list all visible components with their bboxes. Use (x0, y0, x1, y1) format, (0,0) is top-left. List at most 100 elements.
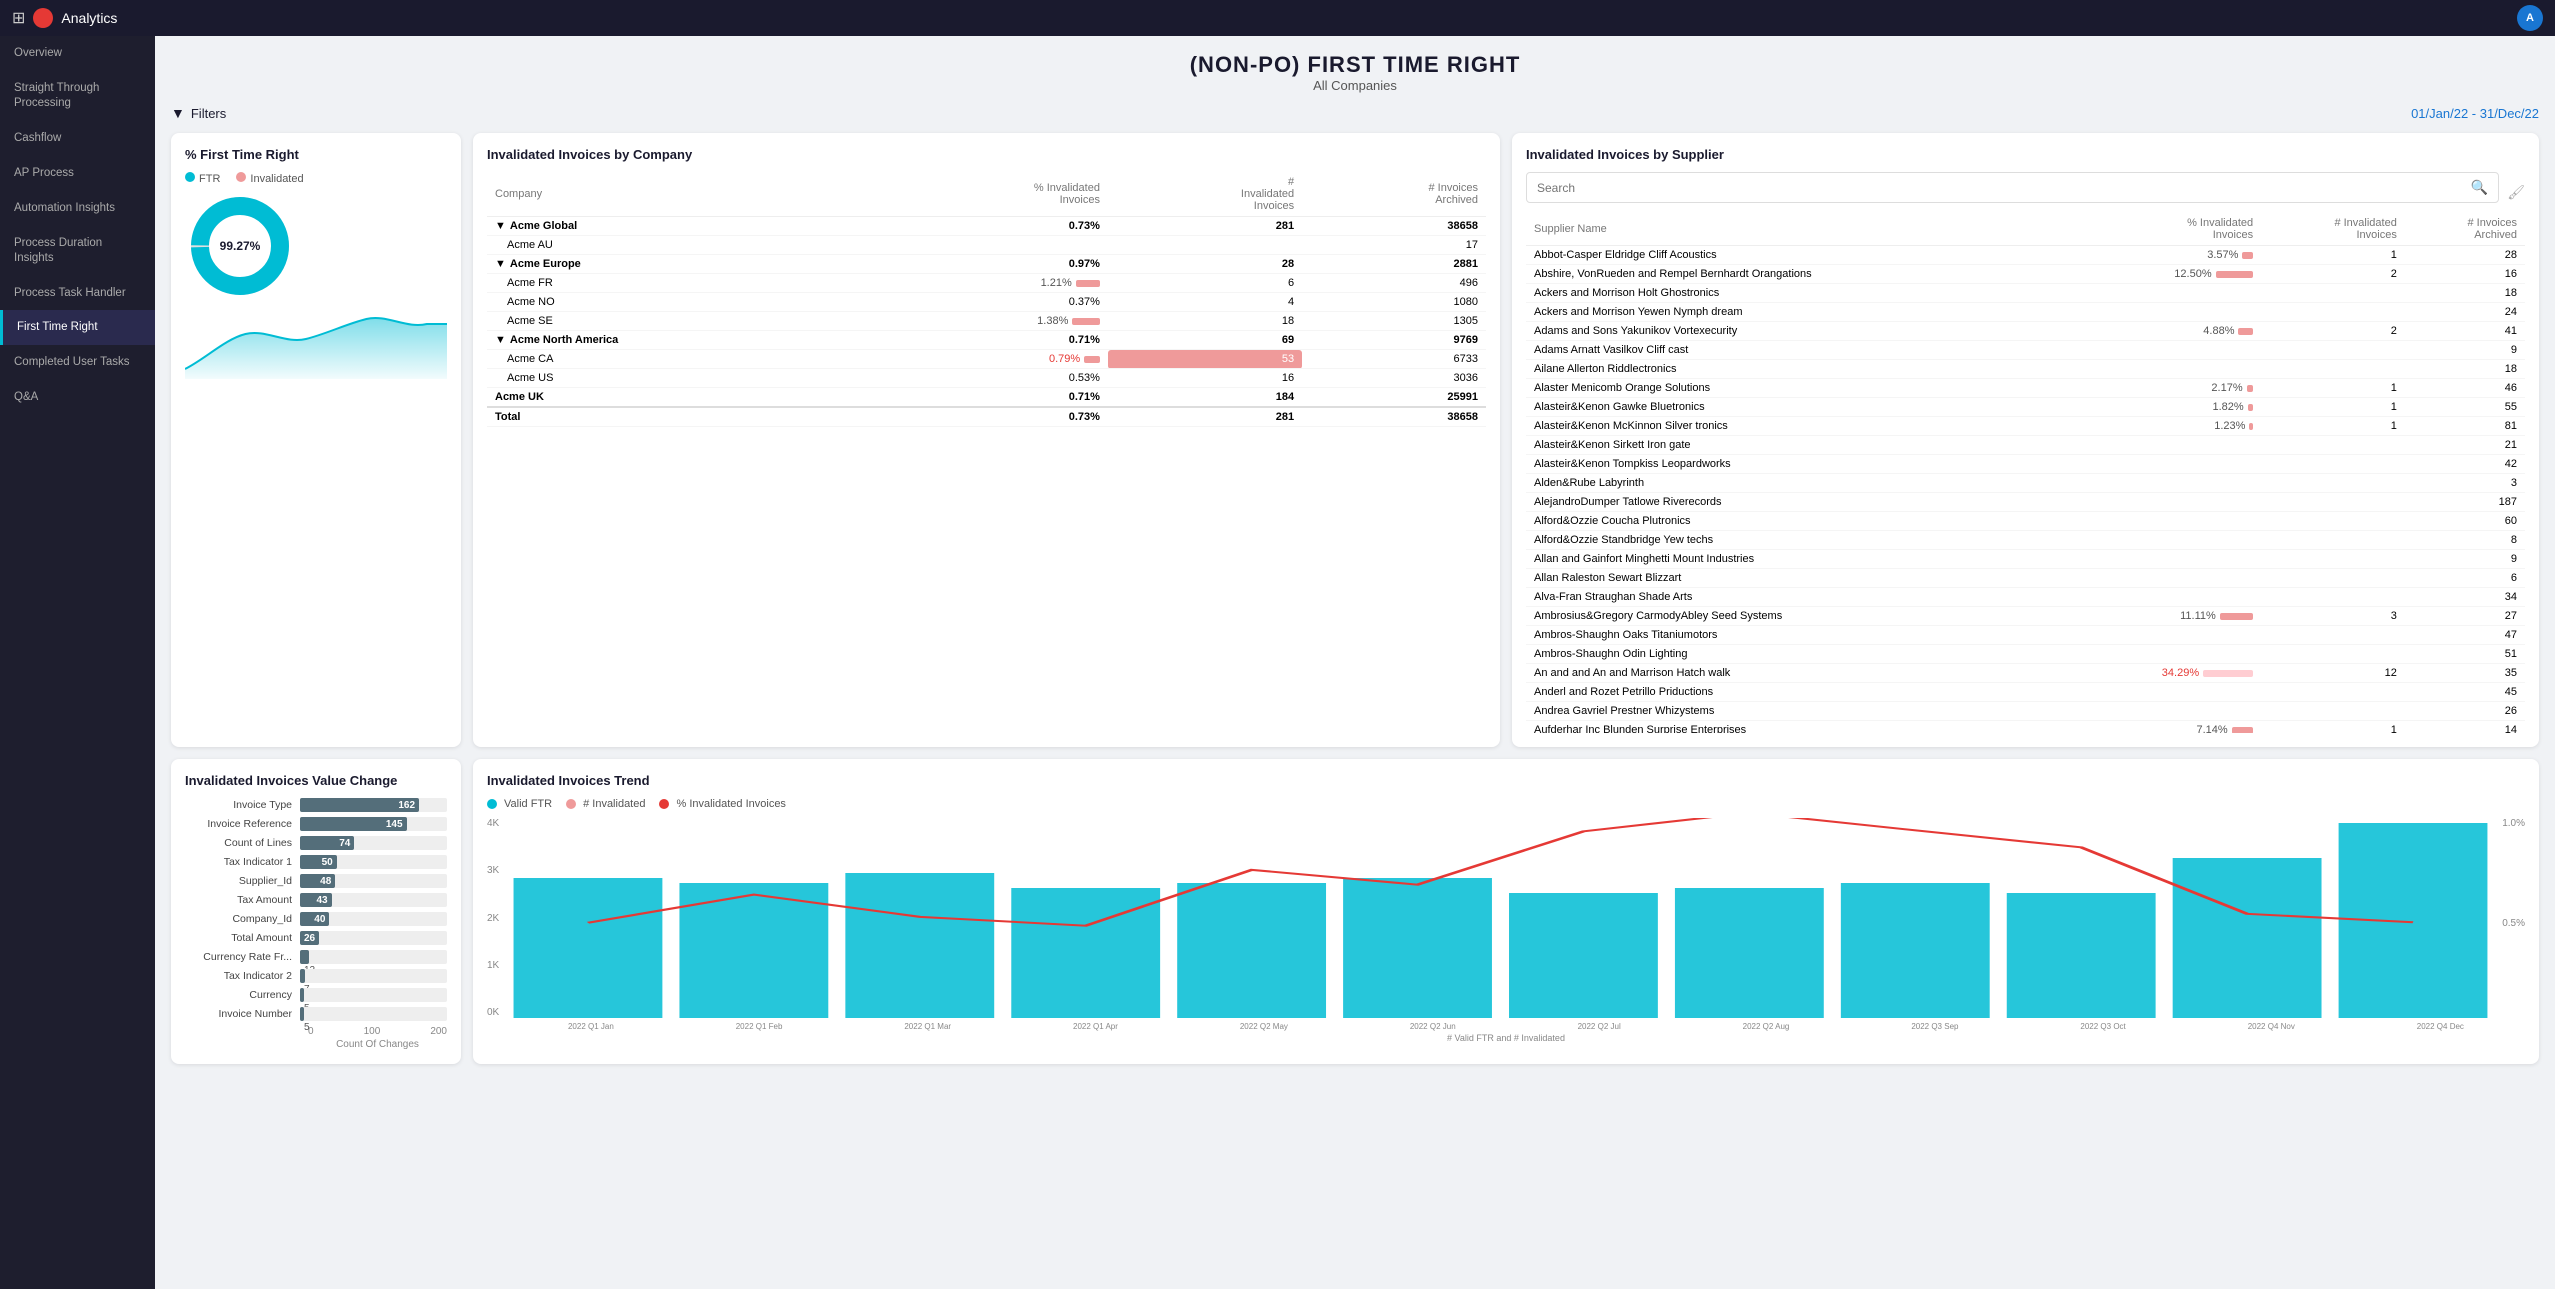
table-row: Alva-Fran Straughan Shade Arts34 (1526, 588, 2525, 607)
sidebar: OverviewStraight Through ProcessingCashf… (0, 36, 155, 1289)
sidebar-item[interactable]: Q&A (0, 380, 155, 415)
x-axis-labels: 2022 Q1 Jan2022 Q1 Feb2022 Q1 Mar2022 Q1… (487, 1022, 2525, 1031)
hbar-chart: Invoice Type162Invoice Reference145Count… (185, 798, 447, 1021)
sidebar-item[interactable]: Overview (0, 36, 155, 71)
sup-col-arch: # InvoicesArchived (2405, 213, 2525, 246)
trend-chart (505, 818, 2496, 1018)
filters-label: Filters (191, 106, 226, 121)
value-change-card: Invalidated Invoices Value Change Invoic… (171, 759, 461, 1064)
col-archived: # InvoicesArchived (1302, 172, 1486, 217)
table-row: AlejandroDumper Tatlowe Riverecords187 (1526, 493, 2525, 512)
hbar-row: Currency5 (185, 988, 447, 1002)
table-row: Alford&Ozzie Standbridge Yew techs8 (1526, 531, 2525, 550)
table-row: ▼Acme Europe0.97%282881 (487, 255, 1486, 274)
legend-ftr-bar: Valid FTR (487, 798, 552, 810)
hbar-row: Tax Indicator 27 (185, 969, 447, 983)
col-pct-inv: % InvalidatedInvoices (878, 172, 1108, 217)
logo-dot (33, 8, 53, 28)
table-row: Ambros-Shaughn Odin Lighting51 (1526, 645, 2525, 664)
supplier-table-wrap: Supplier Name % InvalidatedInvoices # In… (1526, 213, 2525, 733)
y-axis-left: 4K3K2K1K0K (487, 818, 505, 1018)
supplier-search-box[interactable]: 🔍 (1526, 172, 2499, 203)
table-row: Total0.73%28138658 (487, 407, 1486, 427)
topbar: ⊞ Analytics A (0, 0, 2555, 36)
hbar-row: Company_Id40 (185, 912, 447, 926)
table-row: Acme US0.53%163036 (487, 369, 1486, 388)
hbar-row: Currency Rate Fr...12 (185, 950, 447, 964)
table-row: Ackers and Morrison Holt Ghostronics18 (1526, 284, 2525, 303)
table-row: Alasteir&Kenon Tompkiss Leopardworks42 (1526, 455, 2525, 474)
ftr-area-chart (185, 309, 447, 379)
company-table-title: Invalidated Invoices by Company (487, 147, 1486, 162)
table-row: Acme AU17 (487, 236, 1486, 255)
sidebar-item[interactable]: AP Process (0, 156, 155, 191)
ftr-card: % First Time Right FTR Invalidated 99.27… (171, 133, 461, 747)
supplier-card-title: Invalidated Invoices by Supplier (1526, 147, 2525, 162)
col-company: Company (487, 172, 878, 217)
table-row: Abbot-Casper Eldridge Cliff Acoustics3.5… (1526, 246, 2525, 265)
table-row: Alasteir&Kenon Gawke Bluetronics1.82%155 (1526, 398, 2525, 417)
table-row: Alford&Ozzie Coucha Plutronics60 (1526, 512, 2525, 531)
table-row: Andrea Gavriel Prestner Whizystems26 (1526, 702, 2525, 721)
funnel-icon: ▼ (171, 105, 185, 121)
hbar-row: Supplier_Id48 (185, 874, 447, 888)
sidebar-item[interactable]: Straight Through Processing (0, 71, 155, 121)
hbar-row: Count of Lines74 (185, 836, 447, 850)
sup-col-inv: # InvalidatedInvoices (2261, 213, 2405, 246)
table-row: Acme NO0.37%41080 (487, 293, 1486, 312)
table-row: Acme UK0.71%18425991 (487, 388, 1486, 408)
table-row: Ackers and Morrison Yewen Nymph dream24 (1526, 303, 2525, 322)
sidebar-item[interactable]: Cashflow (0, 121, 155, 156)
table-row: Acme CA0.79%536733 (487, 350, 1486, 369)
ftr-card-title: % First Time Right (185, 147, 447, 162)
legend-inv-bar: # Invalidated (566, 798, 645, 810)
sidebar-item[interactable]: Process Task Handler (0, 276, 155, 311)
ftr-legend: FTR Invalidated (185, 172, 447, 185)
sidebar-item[interactable]: Completed User Tasks (0, 345, 155, 380)
col-num-inv: #InvalidatedInvoices (1108, 172, 1302, 217)
main-content: (NON-PO) FIRST TIME RIGHT All Companies … (155, 36, 2555, 1289)
trend-legend: Valid FTR # Invalidated % Invalidated In… (487, 798, 2525, 810)
paint-icon[interactable]: 🖌 (2507, 184, 2525, 201)
trend-card-title: Invalidated Invoices Trend (487, 773, 2525, 788)
hbar-row: Tax Amount43 (185, 893, 447, 907)
table-row: An and and An and Marrison Hatch walk34.… (1526, 664, 2525, 683)
table-row: Alaster Menicomb Orange Solutions2.17%14… (1526, 379, 2525, 398)
table-row: Ailane Allerton Riddlectronics18 (1526, 360, 2525, 379)
filters-button[interactable]: ▼ Filters (171, 105, 226, 121)
legend-pct-line: % Invalidated Invoices (659, 798, 785, 810)
app-title: Analytics (61, 10, 117, 26)
grid-icon: ⊞ (12, 8, 25, 28)
bottom-row: Invalidated Invoices Value Change Invoic… (171, 759, 2539, 1064)
value-change-title: Invalidated Invoices Value Change (185, 773, 447, 788)
page-title: (NON-PO) FIRST TIME RIGHT (171, 52, 2539, 78)
top-cards-row: % First Time Right FTR Invalidated 99.27… (171, 133, 2539, 747)
sidebar-item[interactable]: Automation Insights (0, 191, 155, 226)
sidebar-item[interactable]: Process Duration Insights (0, 226, 155, 276)
company-table-card: Invalidated Invoices by Company Company … (473, 133, 1500, 747)
ftr-legend-invalidated: Invalidated (236, 172, 303, 185)
hbar-row: Total Amount26 (185, 931, 447, 945)
sup-col-pct: % InvalidatedInvoices (2064, 213, 2261, 246)
table-row: ▼Acme Global0.73%28138658 (487, 217, 1486, 236)
table-row: Acme SE1.38%181305 (487, 312, 1486, 331)
y-axis-right: 1.0%0.5% (2496, 818, 2525, 1018)
table-row: Adams Arnatt Vasilkov Cliff cast9 (1526, 341, 2525, 360)
company-table: Company % InvalidatedInvoices #Invalidat… (487, 172, 1486, 427)
supplier-card: Invalidated Invoices by Supplier 🔍 🖌 Sup… (1512, 133, 2539, 747)
hbar-row: Invoice Reference145 (185, 817, 447, 831)
trend-chart-container: 4K3K2K1K0K 1.0%0.5% (487, 818, 2525, 1018)
ftr-percentage: 99.27% (220, 239, 261, 253)
trend-card: Invalidated Invoices Trend Valid FTR # I… (473, 759, 2539, 1064)
sup-col-name: Supplier Name (1526, 213, 2064, 246)
hbar-axis-label: Count Of Changes (185, 1039, 447, 1050)
table-row: Ambros-Shaughn Oaks Titaniumotors47 (1526, 626, 2525, 645)
search-row: 🔍 🖌 (1526, 172, 2525, 213)
table-row: Ambrosius&Gregory CarmodyAbley Seed Syst… (1526, 607, 2525, 626)
table-row: Alden&Rube Labyrinth3 (1526, 474, 2525, 493)
table-row: Abshire, VonRueden and Rempel Bernhardt … (1526, 265, 2525, 284)
supplier-search-input[interactable] (1537, 181, 2471, 195)
sidebar-item[interactable]: First Time Right (0, 310, 155, 345)
user-avatar[interactable]: A (2517, 5, 2543, 31)
table-row: ▼Acme North America0.71%699769 (487, 331, 1486, 350)
